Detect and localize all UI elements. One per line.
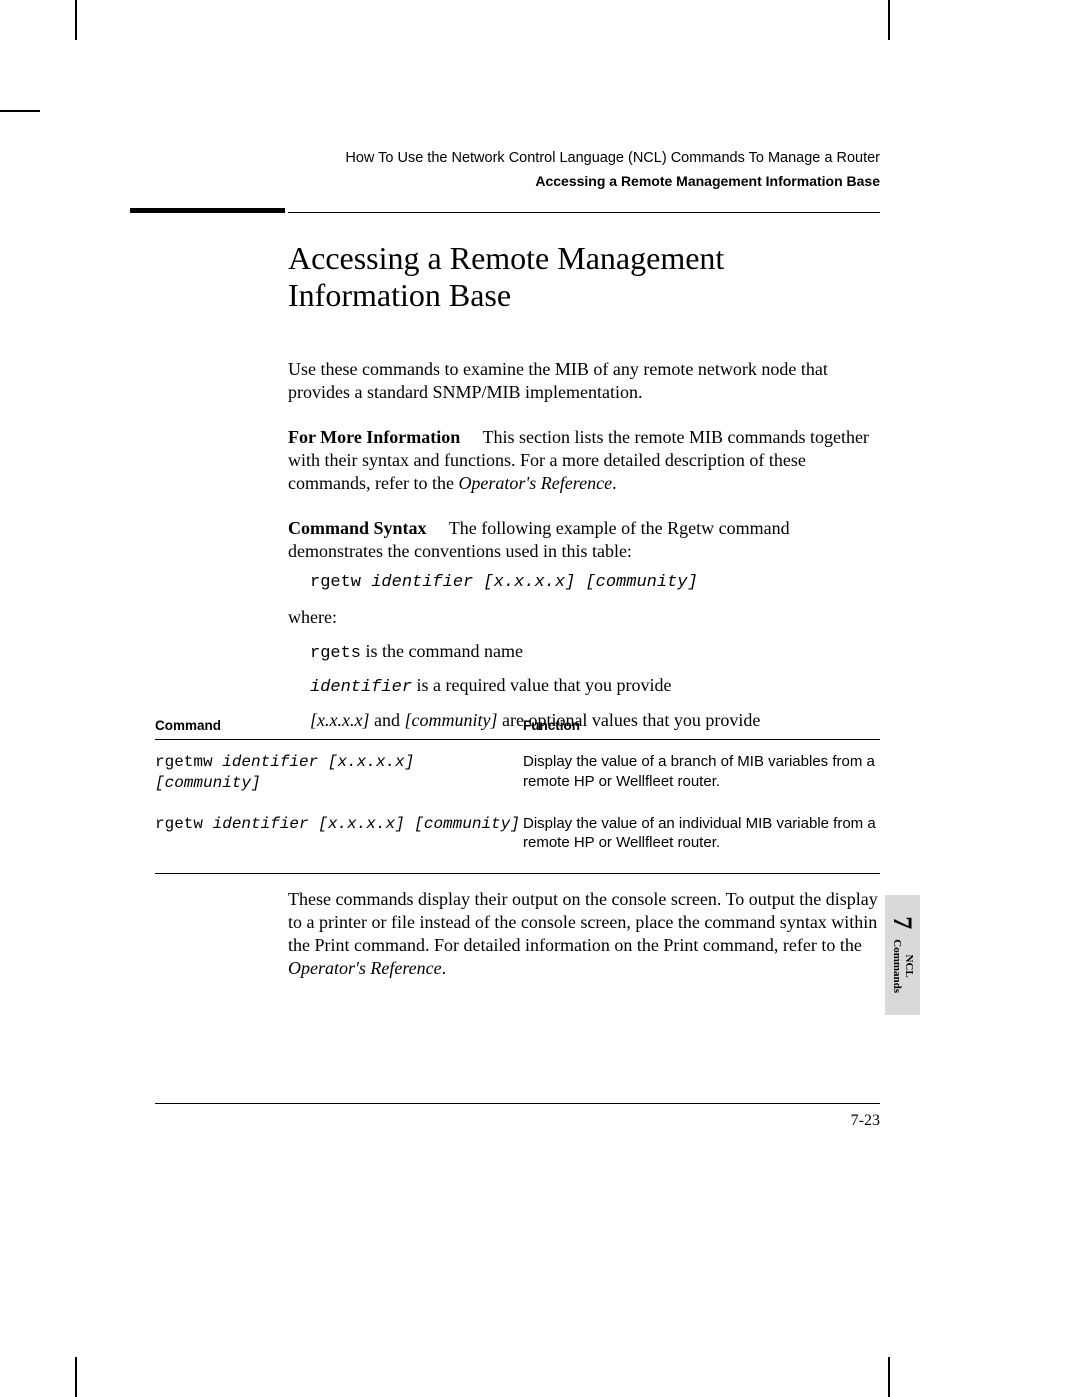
table-bottom-rule xyxy=(155,873,880,874)
crop-mark xyxy=(888,1357,890,1397)
header-rule-thick xyxy=(130,208,285,213)
crop-mark xyxy=(0,110,40,112)
table-row: rgetw identifier [x.x.x.x] [community] D… xyxy=(155,814,880,853)
table-cell-function: Display the value of a branch of MIB var… xyxy=(523,752,880,794)
thumb-tab-line2: Commands xyxy=(892,940,904,994)
footer-rule xyxy=(155,1103,880,1104)
where-item-2-text: is a required value that you provide xyxy=(412,675,671,695)
where-label: where: xyxy=(288,606,880,629)
header-rule-thin xyxy=(288,212,880,213)
cmd-args: identifier [x.x.x.x] [community] xyxy=(213,815,520,833)
table-header-function: Function xyxy=(523,718,880,733)
crop-mark xyxy=(75,0,77,40)
command-syntax-label: Command Syntax xyxy=(288,518,427,538)
syntax-args: identifier [x.x.x.x] [community] xyxy=(371,573,697,592)
outro-ref: Operator's Reference xyxy=(288,958,442,978)
command-syntax-paragraph: Command Syntax The following example of … xyxy=(288,517,880,563)
outro-text-b: . xyxy=(442,958,447,978)
crop-mark xyxy=(888,0,890,40)
table-header-row: Command Function xyxy=(155,718,880,740)
where-item-1-text: is the command name xyxy=(361,641,523,661)
cmd-name: rgetw xyxy=(155,815,213,833)
more-info-paragraph: For More Information This section lists … xyxy=(288,426,880,495)
syntax-cmd: rgetw xyxy=(310,573,371,592)
syntax-example: rgetw identifier [x.x.x.x] [community] xyxy=(310,573,880,592)
table-cell-command: rgetw identifier [x.x.x.x] [community] xyxy=(155,814,523,853)
page-title: Accessing a Remote Management Informatio… xyxy=(288,240,880,314)
running-header: How To Use the Network Control Language … xyxy=(320,148,880,192)
where-item-2-code: identifier xyxy=(310,678,412,697)
running-header-chapter: How To Use the Network Control Language … xyxy=(320,148,880,168)
table-header-command: Command xyxy=(155,718,523,733)
command-table: Command Function rgetmw identifier [x.x.… xyxy=(155,718,880,874)
table-row: rgetmw identifier [x.x.x.x] [community] … xyxy=(155,752,880,794)
intro-paragraph: Use these commands to examine the MIB of… xyxy=(288,358,880,404)
running-header-section: Accessing a Remote Management Informatio… xyxy=(320,172,880,192)
more-info-ref: Operator's Reference xyxy=(458,473,612,493)
table-cell-command: rgetmw identifier [x.x.x.x] [community] xyxy=(155,752,523,794)
crop-mark xyxy=(75,1357,77,1397)
thumb-tab: 7 NCL Commands xyxy=(885,895,920,1015)
thumb-tab-line1: NCL xyxy=(903,955,915,978)
outro-text-a: These commands display their output on t… xyxy=(288,889,878,955)
table-cell-function: Display the value of an individual MIB v… xyxy=(523,814,880,853)
where-item-1-code: rgets xyxy=(310,644,361,663)
more-info-label: For More Information xyxy=(288,427,460,447)
more-info-text-b: . xyxy=(612,473,617,493)
thumb-tab-label: NCL Commands xyxy=(891,940,914,994)
outro-paragraph: These commands display their output on t… xyxy=(288,888,880,980)
thumb-tab-number: 7 xyxy=(889,917,916,930)
where-item-2: identifier is a required value that you … xyxy=(310,669,880,703)
page-number: 7-23 xyxy=(851,1112,880,1130)
where-item-1: rgets is the command name xyxy=(310,635,880,669)
cmd-name: rgetmw xyxy=(155,753,222,771)
